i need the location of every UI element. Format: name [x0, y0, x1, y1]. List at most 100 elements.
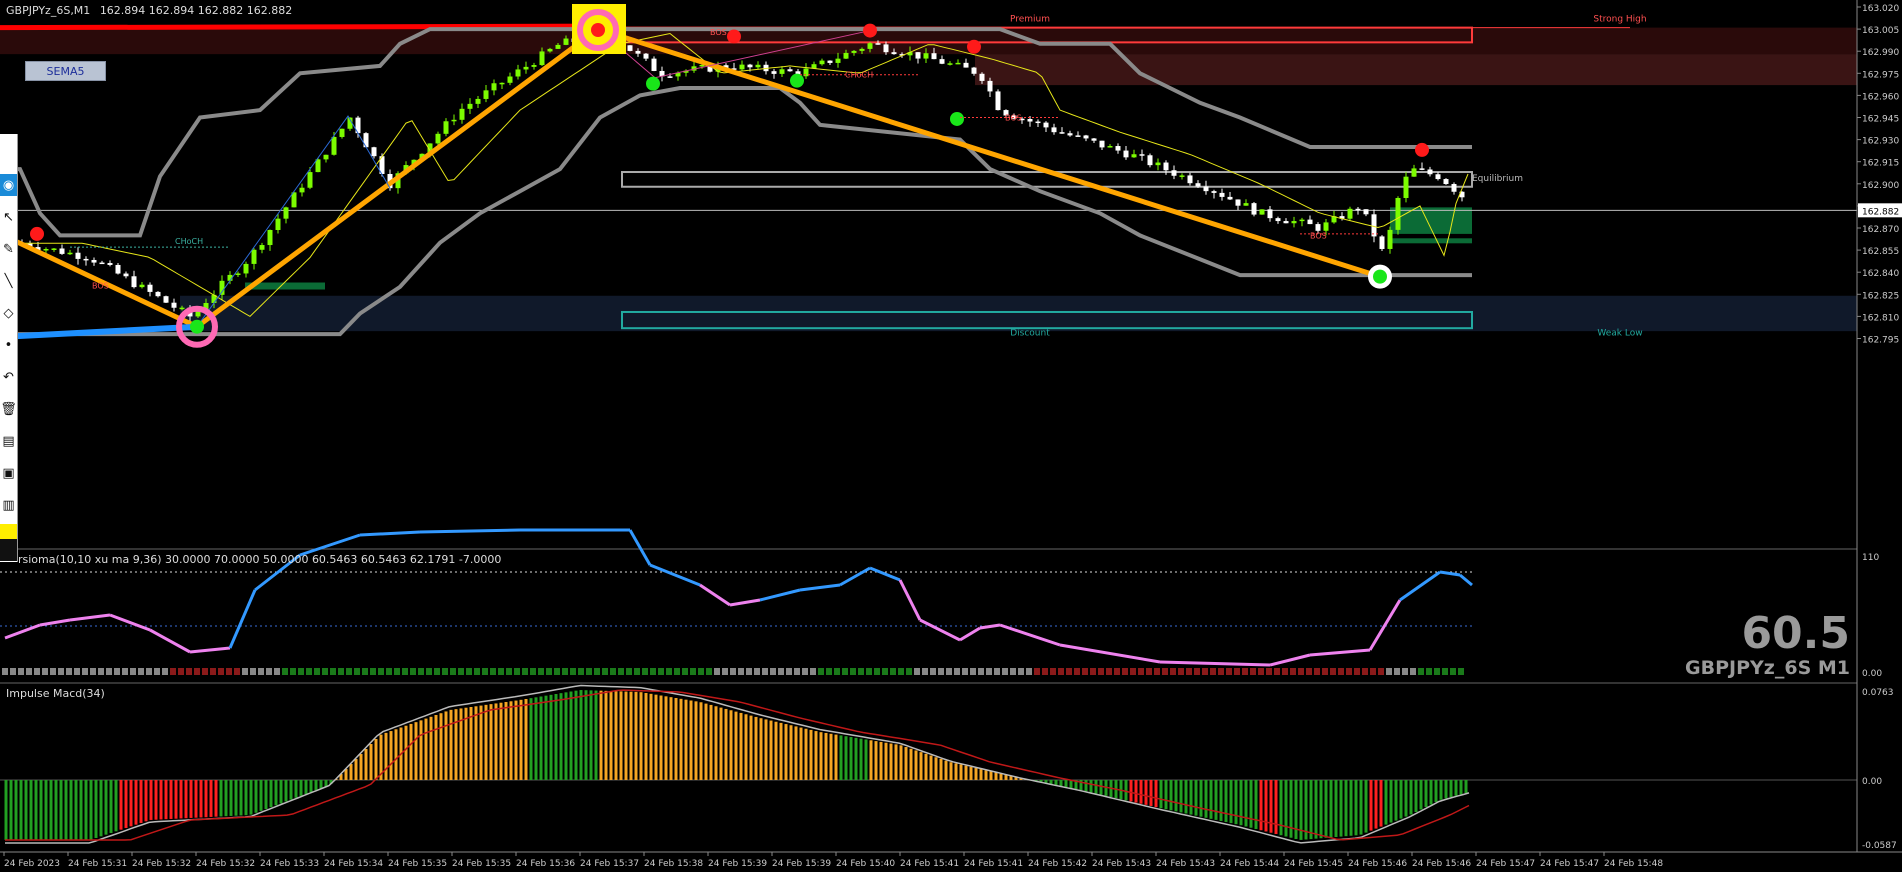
candle-bear — [1043, 122, 1049, 128]
color-black-swatch[interactable] — [0, 539, 17, 561]
eraser-icon[interactable]: ◇ — [0, 302, 17, 324]
price-tick-label: 163.020 — [1862, 4, 1899, 14]
macd-histogram-bar — [1369, 780, 1373, 831]
bos-label: BOS — [1005, 113, 1022, 122]
bos-label: BOS — [710, 28, 727, 37]
candle-bull — [323, 154, 329, 160]
ohlc-quotes: 162.894 162.894 162.882 162.882 — [99, 4, 293, 17]
macd-histogram-bar — [224, 780, 228, 817]
trash-icon[interactable]: 🗑 — [0, 398, 17, 420]
candle-bear — [1051, 127, 1057, 133]
rsi-histogram-bar — [706, 668, 712, 675]
symbol-info-header: GBPJPYz_6S,M1 162.894 162.894 162.882 16… — [6, 4, 292, 17]
rsi-histogram-bar — [522, 668, 528, 675]
candle-bear — [75, 252, 81, 259]
rsi-histogram-bar — [418, 668, 424, 675]
time-tick-label: 24 Feb 15:38 — [644, 859, 703, 869]
macd-histogram-bar — [914, 750, 918, 780]
rsi-histogram-bar — [1306, 668, 1312, 675]
rsi-histogram-bar — [834, 668, 840, 675]
candle-bear — [363, 133, 369, 148]
price-tick-label: 162.825 — [1862, 291, 1899, 301]
macd-pane[interactable] — [0, 684, 1857, 852]
macd-histogram-bar — [819, 732, 823, 780]
trading-chart[interactable]: Premium Strong High Equilibrium Discount Wea… — [0, 0, 1902, 872]
pencil-icon[interactable]: ✎ — [0, 238, 17, 260]
layers-icon[interactable]: ▤ — [0, 430, 17, 452]
red-swing-marker — [727, 29, 741, 44]
macd-histogram-bar — [769, 720, 773, 780]
document-icon[interactable]: ▥ — [0, 494, 17, 516]
candle-bear — [1211, 191, 1217, 193]
macd-histogram-bar — [54, 780, 58, 840]
macd-histogram-bar — [169, 780, 173, 819]
macd-histogram-bar — [1069, 780, 1073, 789]
macd-histogram-bar — [1214, 780, 1218, 820]
rsi-histogram-bar — [2, 668, 8, 675]
rsi-histogram-bar — [330, 668, 336, 675]
rsi-histogram-bar — [730, 668, 736, 675]
undo-icon[interactable]: ↶ — [0, 366, 17, 388]
macd-axis-bottom: -0.0587 — [1862, 841, 1897, 851]
cursor-icon[interactable]: ↖ — [0, 206, 17, 228]
rsi-histogram-bar — [362, 668, 368, 675]
macd-histogram-bar — [9, 780, 13, 840]
rsi-histogram-bar — [402, 668, 408, 675]
macd-histogram-bar — [389, 731, 393, 780]
macd-histogram-bar — [1129, 780, 1133, 802]
candle-bear — [627, 45, 633, 51]
macd-histogram-bar — [869, 740, 873, 780]
macd-histogram-bar — [629, 691, 633, 780]
macd-histogram-bar — [984, 770, 988, 780]
rsi-histogram-bar — [354, 668, 360, 675]
candle-bull — [539, 51, 545, 66]
rsi-histogram-bar — [426, 668, 432, 675]
candle-bear — [1147, 155, 1153, 166]
macd-histogram-bar — [694, 701, 698, 780]
rsi-histogram-bar — [1042, 668, 1048, 675]
macd-histogram-bar — [114, 780, 118, 832]
dot-icon[interactable]: • — [0, 334, 17, 356]
rsi-histogram-bar — [874, 668, 880, 675]
macd-histogram-bar — [1224, 780, 1228, 823]
macd-histogram-bar — [1189, 780, 1193, 815]
macd-histogram-bar — [599, 690, 603, 780]
macd-histogram-bar — [1159, 780, 1163, 809]
candle-bear — [1059, 132, 1065, 134]
rsi-histogram-bar — [1090, 668, 1096, 675]
macd-histogram-bar — [1429, 780, 1433, 805]
candle-bull — [1323, 222, 1329, 231]
candle-bull — [531, 65, 537, 67]
macd-histogram-bar — [634, 691, 638, 780]
candle-bear — [883, 44, 889, 53]
rsi-histogram-bar — [1378, 668, 1384, 675]
time-tick-label: 24 Feb 15:47 — [1476, 859, 1535, 869]
candle-bull — [835, 58, 841, 63]
macd-histogram-bar — [949, 762, 953, 780]
rsi-histogram-bar — [138, 668, 144, 675]
macd-histogram-bar — [584, 690, 588, 780]
macd-histogram-bar — [909, 748, 913, 780]
rsi-histogram-bar — [698, 668, 704, 675]
macd-histogram-bar — [624, 691, 628, 780]
candle-bear — [1163, 162, 1169, 171]
macd-histogram-bar — [249, 780, 253, 815]
rsi-histogram-bar — [1098, 668, 1104, 675]
macd-histogram-bar — [879, 741, 883, 780]
macd-histogram-bar — [274, 780, 278, 806]
line-tool-icon[interactable]: ╲ — [0, 270, 17, 292]
rsi-histogram-bar — [906, 668, 912, 675]
macd-histogram-bar — [1339, 780, 1343, 837]
sema5-label-button[interactable]: SEMA5 — [25, 61, 106, 81]
candle-bull — [275, 218, 281, 230]
rsi-histogram-bar — [1258, 668, 1264, 675]
screenshot-icon[interactable]: ▣ — [0, 462, 17, 484]
price-tick-label: 162.840 — [1862, 269, 1899, 279]
eye-icon[interactable]: ◉ — [0, 174, 17, 196]
candle-bear — [987, 80, 993, 92]
time-tick-label: 24 Feb 15:32 — [132, 859, 191, 869]
candle-bull — [219, 280, 225, 295]
rsi-histogram-bar — [762, 668, 768, 675]
rsi-histogram-bar — [1202, 668, 1208, 675]
rsi-histogram-bar — [770, 668, 776, 675]
